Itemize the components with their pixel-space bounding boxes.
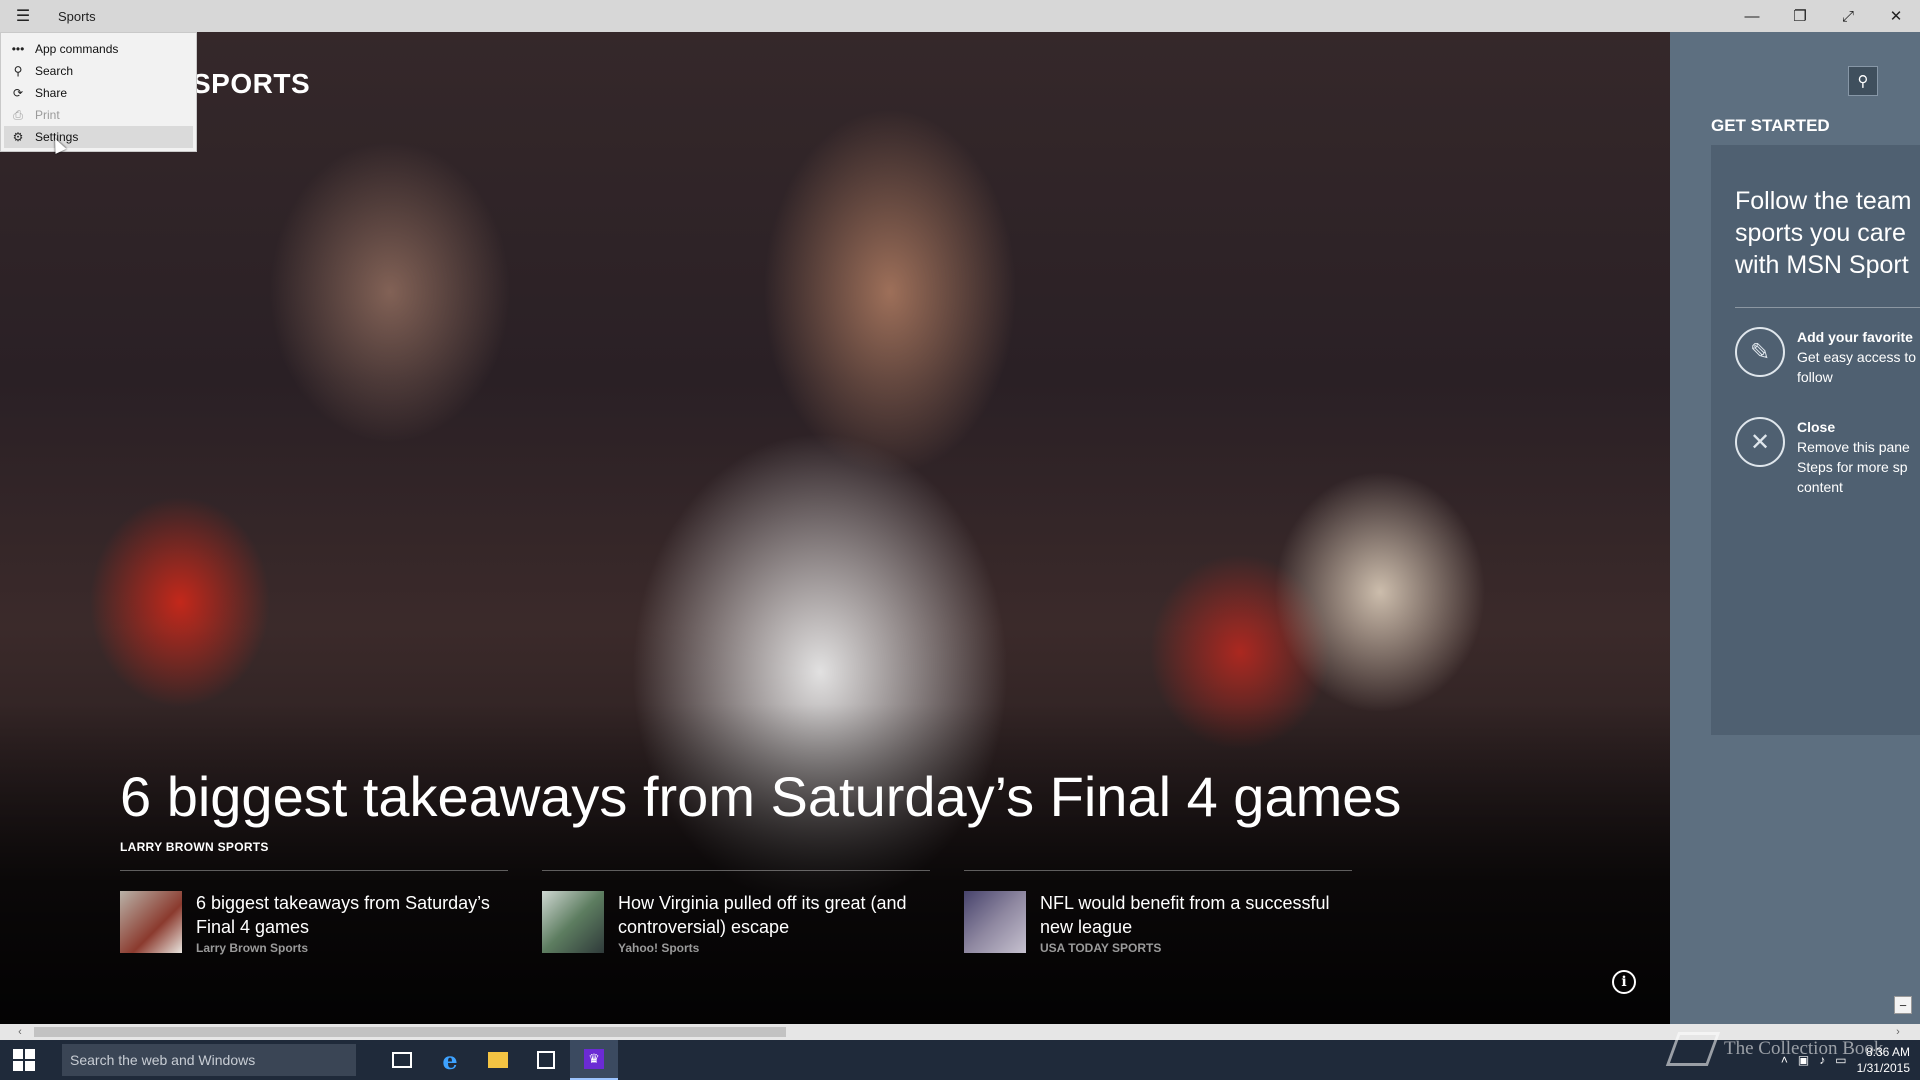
story-title: 6 biggest takeaways from Saturday’s Fina…	[196, 893, 490, 937]
get-started-card: Follow the team sports you care with MSN…	[1711, 145, 1920, 735]
scroll-right-arrow[interactable]: ›	[1890, 1024, 1906, 1040]
item-desc: content	[1797, 479, 1843, 495]
menu-item-label: App commands	[35, 42, 119, 56]
heading-line: with MSN Sport	[1735, 251, 1909, 279]
fullscreen-button[interactable]: ⤢	[1824, 0, 1872, 32]
get-started-heading: Follow the team sports you care with MSN…	[1735, 185, 1920, 281]
share-icon: ⟳	[12, 86, 24, 100]
book-icon	[1665, 1032, 1721, 1066]
item-desc: follow	[1797, 369, 1833, 385]
story-item[interactable]: How Virginia pulled off its great (and c…	[542, 870, 930, 955]
story-source: Yahoo! Sports	[618, 941, 700, 955]
internet-explorer-icon[interactable]: e	[426, 1040, 474, 1080]
print-icon: ⎙	[13, 107, 23, 122]
divider	[1735, 307, 1920, 308]
menu-item-settings[interactable]: ⚙ Settings	[4, 126, 193, 148]
story-title: NFL would benefit from a successful new …	[1040, 893, 1330, 937]
add-favorites-item[interactable]: ✎ Add your favorite Get easy access to f…	[1735, 327, 1920, 387]
taskbar: Search the web and Windows e ♛ ˄ ▣ ♪ ▭ 8…	[0, 1040, 1920, 1080]
search-icon: ⚲	[13, 64, 23, 78]
get-started-title: GET STARTED	[1711, 116, 1830, 135]
window-controls: — ❐ ⤢ ✕	[1728, 0, 1920, 32]
scrollbar-thumb[interactable]	[34, 1027, 786, 1037]
menu-item-label: Search	[35, 64, 74, 78]
info-icon[interactable]: i	[1612, 970, 1636, 994]
menu-item-print[interactable]: ⎙ Print	[1, 104, 196, 126]
windows-logo-icon	[13, 1049, 35, 1071]
story-thumbnail	[964, 891, 1026, 953]
heading-line: sports you care	[1735, 219, 1906, 247]
window-title: Sports	[58, 8, 96, 24]
hero-headline[interactable]: 6 biggest takeaways from Saturday’s Fina…	[120, 764, 1401, 829]
story-source: Larry Brown Sports	[196, 941, 309, 955]
hero-source: LARRY BROWN SPORTS	[120, 840, 269, 854]
story-item[interactable]: 6 biggest takeaways from Saturday’s Fina…	[120, 870, 508, 955]
item-desc: Remove this pane	[1797, 439, 1910, 455]
file-explorer-icon[interactable]	[474, 1040, 522, 1080]
item-title: Add your favorite	[1797, 329, 1913, 345]
gear-icon: ⚙	[12, 130, 24, 144]
story-item[interactable]: NFL would benefit from a successful new …	[964, 870, 1352, 955]
watermark: The Collection Book	[1665, 1032, 1884, 1066]
item-desc: Get easy access to	[1797, 349, 1917, 365]
menu-item-label: Share	[35, 86, 68, 100]
sports-app-icon[interactable]: ♛	[570, 1040, 618, 1080]
close-circle-icon: ✕	[1735, 417, 1785, 467]
story-thumbnail	[120, 891, 182, 953]
collapse-button[interactable]: −	[1894, 996, 1912, 1014]
hamburger-icon[interactable]: ☰	[0, 0, 46, 32]
app-brand: SPORTS	[192, 68, 311, 99]
hero-shade	[0, 704, 1670, 1024]
start-button[interactable]	[0, 1040, 48, 1080]
scroll-left-arrow[interactable]: ‹	[12, 1024, 28, 1040]
watermark-text: The Collection Book	[1724, 1038, 1884, 1059]
story-list: 6 biggest takeaways from Saturday’s Fina…	[120, 870, 1390, 955]
story-thumbnail	[542, 891, 604, 953]
story-title: How Virginia pulled off its great (and c…	[618, 893, 907, 937]
more-icon: •••	[11, 42, 25, 56]
menu-item-search[interactable]: ⚲ Search	[1, 60, 196, 82]
item-title: Close	[1797, 419, 1836, 435]
menu-item-share[interactable]: ⟳ Share	[1, 82, 196, 104]
hero-image[interactable]: SPORTS 6 biggest takeaways from Saturday…	[0, 32, 1670, 1024]
horizontal-scrollbar[interactable]: ‹ ›	[0, 1024, 1920, 1040]
close-button[interactable]: ✕	[1872, 0, 1920, 32]
minimize-button[interactable]: —	[1728, 0, 1776, 32]
app-command-menu: ••• App commands ⚲ Search ⟳ Share ⎙ Prin…	[0, 32, 197, 152]
store-icon[interactable]	[522, 1040, 570, 1080]
menu-item-app-commands[interactable]: ••• App commands	[1, 38, 196, 60]
menu-item-label: Print	[35, 108, 60, 122]
search-icon[interactable]: ⚲	[1848, 66, 1878, 96]
story-source: USA TODAY SPORTS	[1040, 941, 1162, 955]
pencil-icon: ✎	[1735, 327, 1785, 377]
title-bar: ☰ Sports — ❐ ⤢ ✕	[0, 0, 1920, 32]
taskbar-search-input[interactable]: Search the web and Windows	[62, 1044, 356, 1076]
item-desc: Steps for more sp	[1797, 459, 1908, 475]
close-pane-item[interactable]: ✕ Close Remove this pane Steps for more …	[1735, 417, 1920, 497]
restore-button[interactable]: ❐	[1776, 0, 1824, 32]
task-view-icon[interactable]	[378, 1040, 426, 1080]
heading-line: Follow the team	[1735, 187, 1912, 215]
